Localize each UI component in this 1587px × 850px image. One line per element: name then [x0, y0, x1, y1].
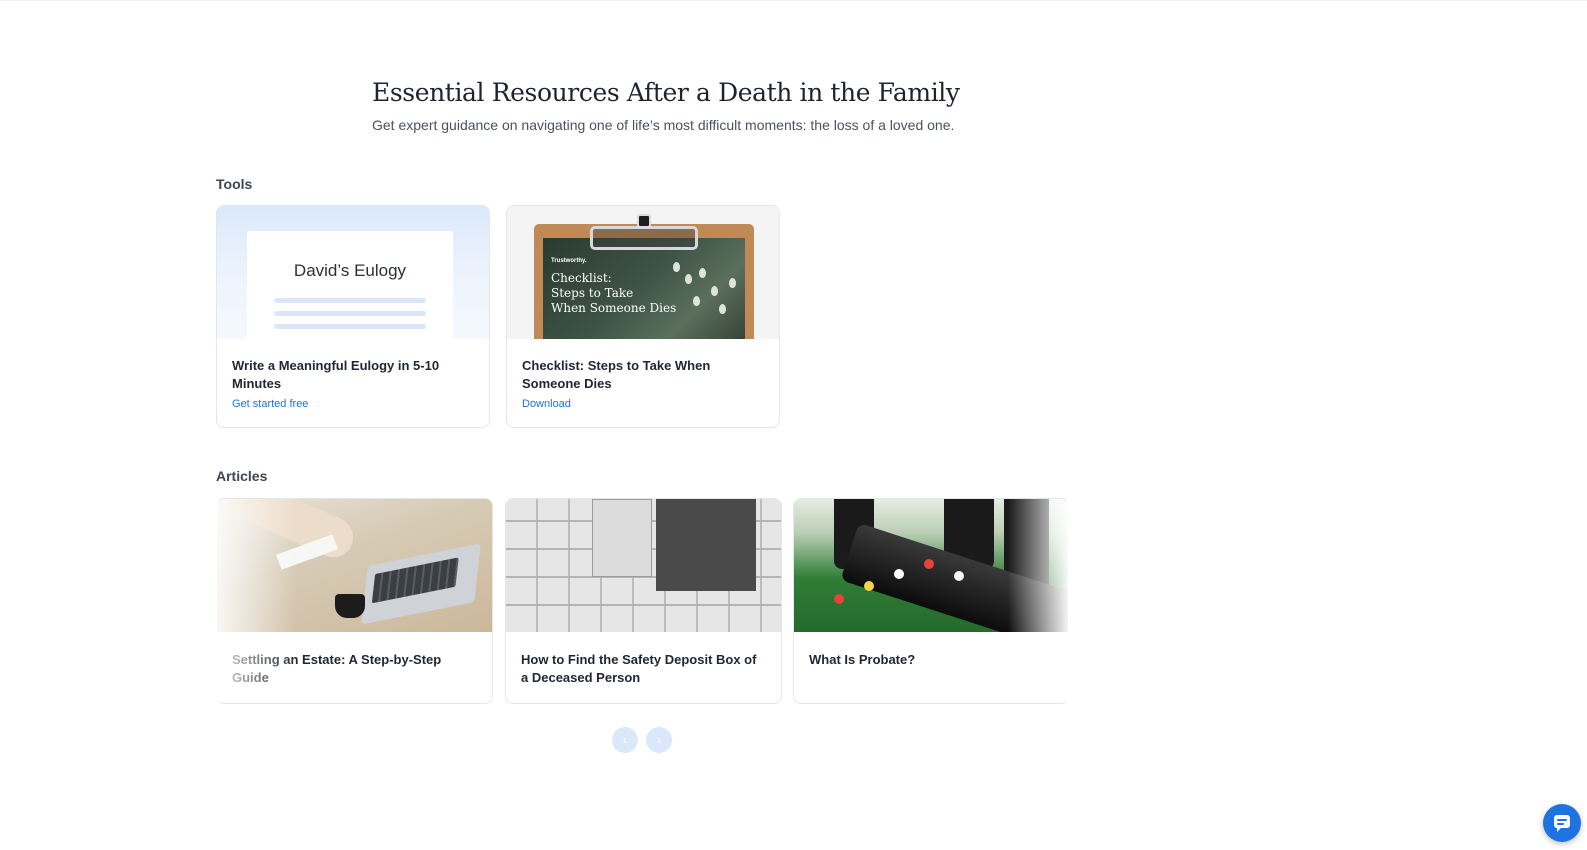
tool-card-checklist[interactable]: Trustworthy. Checklist: Steps to Take Wh…	[506, 205, 780, 428]
chevron-left-icon: ‹	[622, 732, 628, 747]
tool-title: Checklist: Steps to Take When Someone Di…	[522, 358, 711, 391]
placeholder-line	[274, 324, 426, 329]
carousel-prev-button[interactable]: ‹	[612, 727, 638, 753]
tool-title: Write a Meaningful Eulogy in 5-10 Minute…	[232, 358, 440, 391]
clipboard-clip-top	[637, 214, 651, 228]
top-divider	[0, 0, 1587, 1]
download-link[interactable]: Download	[522, 398, 571, 410]
article-card-settling-estate[interactable]: Settling an Estate: A Step-by-Step Guide	[216, 498, 493, 704]
safety-deposit-boxes-photo	[506, 499, 781, 632]
article-title: What Is Probate?	[809, 652, 916, 667]
clipboard-clip	[590, 226, 698, 250]
laptop-paperwork-photo	[217, 499, 492, 632]
articles-heading: Articles	[216, 468, 268, 484]
carousel-next-button[interactable]: ›	[646, 727, 672, 753]
checklist-thumbnail: Trustworthy. Checklist: Steps to Take Wh…	[507, 206, 779, 339]
eulogy-preview-sheet: David’s Eulogy	[247, 231, 453, 339]
chevron-right-icon: ›	[656, 732, 662, 747]
checklist-brand: Trustworthy.	[551, 258, 587, 264]
placeholder-line	[274, 311, 426, 316]
placeholder-line	[274, 298, 426, 303]
clipboard-image: Trustworthy. Checklist: Steps to Take Wh…	[534, 214, 754, 339]
eulogy-preview-title: David’s Eulogy	[293, 261, 407, 280]
chat-icon	[1554, 815, 1570, 832]
tools-heading: Tools	[216, 176, 253, 192]
funeral-casket-photo	[794, 499, 1068, 632]
get-started-free-link[interactable]: Get started free	[232, 398, 308, 410]
checklist-cover-title: Checklist: Steps to Take When Someone Di…	[551, 271, 677, 315]
page-subtitle: Get expert guidance on navigating one of…	[372, 117, 955, 133]
eulogy-thumbnail: David’s Eulogy	[217, 206, 489, 339]
article-title: How to Find the Safety Deposit Box of a …	[521, 652, 757, 685]
chat-button[interactable]	[1543, 804, 1581, 842]
article-title: Settling an Estate: A Step-by-Step Guide	[232, 652, 442, 685]
page-title: Essential Resources After a Death in the…	[372, 78, 960, 107]
article-card-probate[interactable]: What Is Probate?	[793, 498, 1069, 704]
article-card-safety-deposit[interactable]: How to Find the Safety Deposit Box of a …	[505, 498, 782, 704]
tool-card-eulogy[interactable]: David’s Eulogy Write a Meaningful Eulogy…	[216, 205, 490, 428]
hero-section: Essential Resources After a Death in the…	[372, 76, 1072, 134]
